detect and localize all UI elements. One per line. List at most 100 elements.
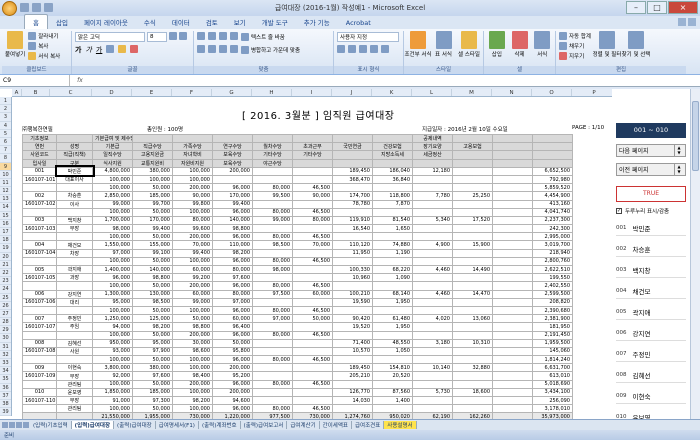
table-cell[interactable]	[452, 371, 493, 381]
table-cell[interactable]	[22, 183, 57, 193]
table-cell[interactable]: 160107-105	[22, 273, 57, 283]
prev-page-button[interactable]: 이전 페이지 ▲ ▼	[616, 163, 686, 176]
table-cell[interactable]: 100,000	[132, 174, 173, 185]
table-cell[interactable]	[372, 330, 413, 340]
fx-icon[interactable]: fx	[70, 77, 90, 84]
sheet-tab[interactable]: 급여계산기	[287, 421, 320, 429]
table-cell[interactable]: 3,434,100	[532, 387, 573, 398]
table-cell[interactable]	[492, 281, 533, 291]
table-cell[interactable]: 98,400	[172, 371, 213, 381]
table-cell[interactable]: 98,200	[212, 248, 253, 258]
row-header[interactable]: 8	[0, 154, 11, 163]
table-cell[interactable]: 60,000	[292, 289, 333, 299]
table-cell[interactable]	[492, 404, 533, 414]
table-cell[interactable]: 008	[22, 338, 57, 348]
table-cell[interactable]	[492, 322, 533, 332]
table-cell[interactable]: 7,780	[412, 191, 453, 201]
table-cell[interactable]	[492, 174, 533, 185]
table-cell[interactable]: 95,000	[92, 297, 133, 307]
header-cell[interactable]: 초과근무	[292, 142, 333, 152]
durunuri-toggle[interactable]: ✓ 두루누리 표시/감춤	[616, 207, 686, 215]
table-cell[interactable]: 95,000	[132, 338, 173, 348]
row-header[interactable]: 13	[0, 195, 11, 204]
table-cell[interactable]	[372, 281, 413, 291]
table-cell[interactable]	[452, 322, 493, 332]
table-cell[interactable]: 97,000	[212, 297, 253, 307]
table-cell[interactable]: 60,000	[172, 289, 213, 299]
row-header[interactable]: 33	[0, 359, 11, 368]
row-header[interactable]: 20	[0, 253, 11, 261]
scroll-thumb[interactable]	[692, 101, 699, 171]
table-cell[interactable]: 사원	[56, 346, 93, 357]
table-cell[interactable]: 87,560	[372, 387, 413, 398]
table-cell[interactable]: 18,600	[452, 387, 493, 398]
table-cell[interactable]: 50,000	[132, 232, 173, 242]
table-cell[interactable]: 98,200	[172, 395, 213, 406]
table-cell[interactable]: 19,590	[332, 297, 373, 307]
align-left-icon[interactable]	[197, 45, 205, 53]
table-cell[interactable]: 46,500	[292, 355, 333, 365]
table-cell[interactable]: 200,000	[172, 232, 213, 242]
table-cell[interactable]	[372, 256, 413, 267]
table-cell[interactable]	[332, 183, 373, 193]
table-cell[interactable]: 96,000	[212, 207, 253, 217]
table-cell[interactable]: 99,400	[212, 199, 253, 209]
table-cell[interactable]: 1,959,500	[532, 338, 573, 348]
table-cell[interactable]: 96,000	[212, 256, 253, 267]
align-bottom-icon[interactable]	[219, 32, 227, 40]
table-cell[interactable]: 6,631,700	[532, 363, 573, 373]
table-cell[interactable]	[372, 355, 413, 365]
column-header[interactable]: O	[532, 89, 572, 96]
table-cell[interactable]: 200,000	[172, 379, 213, 389]
header-cell[interactable]: 국민연금	[332, 142, 373, 152]
table-cell[interactable]	[292, 322, 333, 332]
table-cell[interactable]: 160107-103	[22, 224, 57, 234]
table-cell[interactable]	[56, 305, 93, 316]
table-cell[interactable]: 19,520	[332, 322, 373, 332]
table-cell[interactable]: 189,450	[332, 363, 373, 373]
sheet-tab[interactable]: (입력)급여대장	[71, 421, 115, 429]
table-cell[interactable]	[492, 191, 533, 201]
paste-button[interactable]: 붙여넣기	[5, 31, 25, 61]
table-cell[interactable]	[412, 404, 453, 414]
table-cell[interactable]	[252, 371, 293, 381]
table-cell[interactable]: 145,060	[532, 346, 573, 357]
table-cell[interactable]	[292, 166, 333, 176]
table-cell[interactable]: 14,470	[452, 289, 493, 299]
table-cell[interactable]	[492, 387, 533, 398]
table-cell[interactable]: 96,400	[212, 322, 253, 332]
tab-8[interactable]: 추가 기능	[296, 15, 338, 29]
sheet-tab[interactable]: (출력)계좌번호	[199, 421, 241, 429]
table-cell[interactable]	[372, 183, 413, 193]
table-cell[interactable]: 5,859,520	[532, 183, 573, 193]
table-cell[interactable]: 13,060	[452, 314, 493, 324]
table-cell[interactable]: 100,000	[172, 404, 213, 414]
table-cell[interactable]: 96,000	[212, 404, 253, 414]
close-button[interactable]: ×	[668, 1, 698, 14]
table-cell[interactable]: 4,460	[412, 289, 453, 299]
table-cell[interactable]: 1,090	[372, 273, 413, 283]
employee-link[interactable]: 004 채건모	[616, 283, 686, 299]
table-cell[interactable]	[252, 199, 293, 209]
row-header[interactable]: 19	[0, 244, 11, 253]
table-cell[interactable]: 613,010	[532, 371, 573, 381]
header-cell[interactable]	[292, 133, 333, 144]
column-header[interactable]: L	[412, 89, 452, 96]
table-cell[interactable]: 80,000	[252, 330, 293, 340]
table-cell[interactable]	[412, 371, 453, 381]
table-cell[interactable]: 205,210	[332, 371, 373, 381]
sheet-tab[interactable]: (출력)급여보고서	[241, 421, 288, 429]
table-cell[interactable]: 92,000	[92, 371, 133, 381]
table-cell[interactable]: 96,000	[212, 183, 253, 193]
table-cell[interactable]: 주정민	[56, 314, 93, 324]
table-cell[interactable]: 2,381,900	[532, 314, 573, 324]
table-cell[interactable]: 93,000	[92, 346, 133, 357]
table-cell[interactable]	[492, 166, 533, 176]
table-cell[interactable]	[332, 330, 373, 340]
spinner-icon[interactable]: ▲ ▼	[674, 164, 683, 175]
table-cell[interactable]	[492, 248, 533, 258]
table-cell[interactable]	[412, 346, 453, 357]
table-cell[interactable]: 154,810	[372, 363, 413, 373]
header-cell[interactable]	[332, 150, 373, 160]
table-cell[interactable]: 7,870	[372, 199, 413, 209]
